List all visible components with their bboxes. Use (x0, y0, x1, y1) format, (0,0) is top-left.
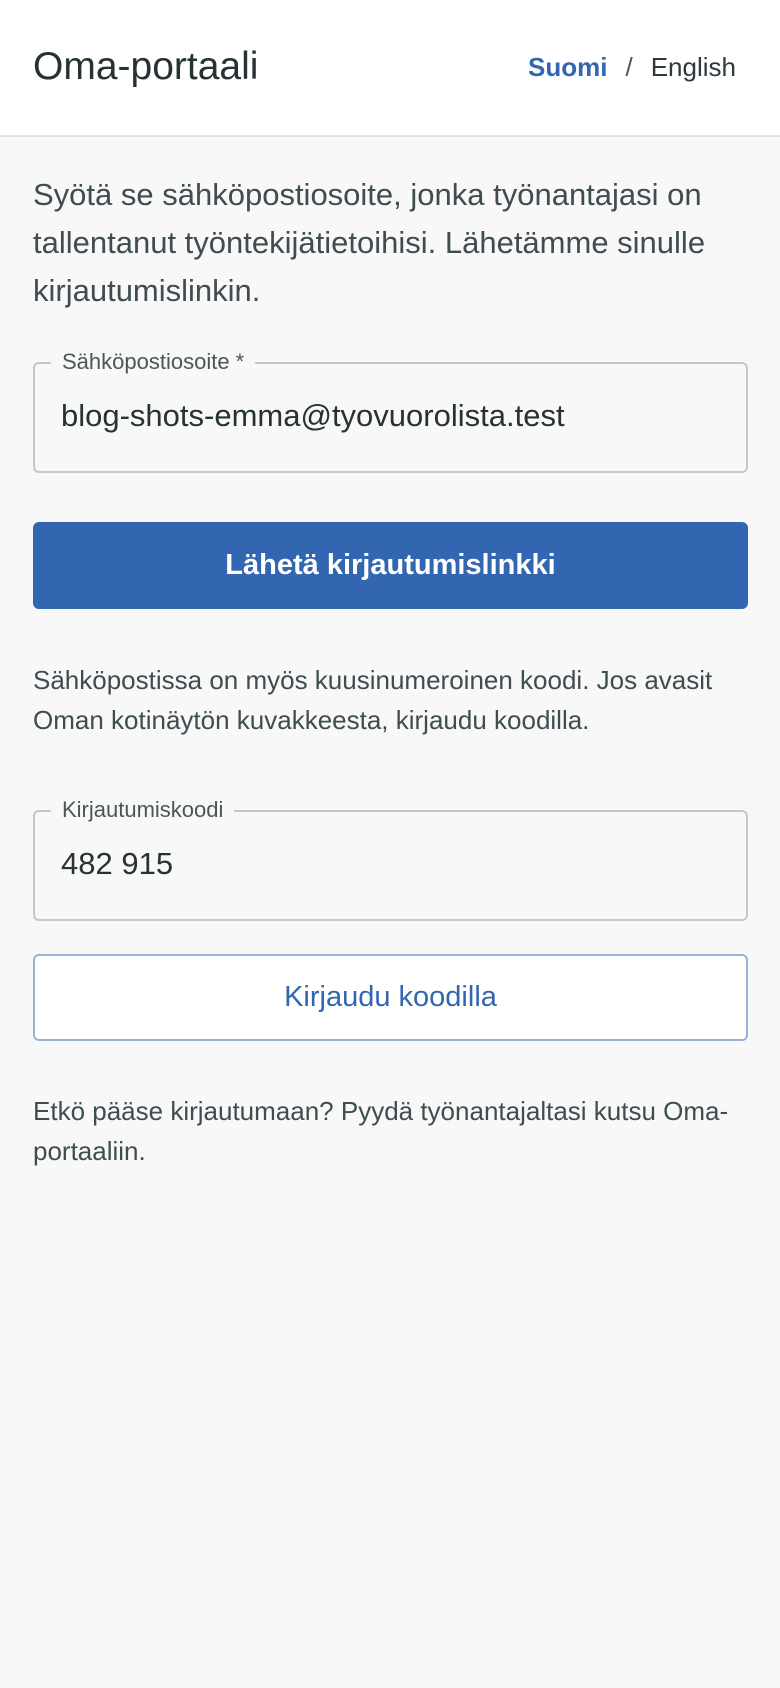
language-separator: / (625, 52, 633, 82)
help-text: Etkö pääse kirjautumaan? Pyydä työnantaj… (33, 1096, 729, 1166)
login-with-code-button[interactable]: Kirjaudu koodilla (33, 954, 748, 1041)
login-code-field-label: Kirjautumiskoodi (51, 794, 235, 826)
app-header: Oma-portaali Suomi / English (0, 0, 780, 137)
email-field-label: Sähköpostiosoite * (51, 346, 256, 378)
language-switcher: Suomi / English (528, 50, 736, 84)
app-title: Oma-portaali (33, 45, 259, 88)
email-field[interactable]: Sähköpostiosoite * blog-shots-emma@tyovu… (33, 346, 748, 473)
login-code-input[interactable]: 482 915 (61, 842, 731, 886)
login-code-field[interactable]: Kirjautumiskoodi 482 915 (33, 794, 748, 921)
code-info-text: Sähköpostissa on myös kuusinumeroinen ko… (33, 665, 713, 735)
email-input[interactable]: blog-shots-emma@tyovuorolista.test (61, 394, 731, 438)
language-option-english[interactable]: English (651, 50, 736, 84)
send-login-link-button[interactable]: Lähetä kirjautumislinkki (33, 522, 748, 609)
language-option-suomi[interactable]: Suomi (528, 50, 607, 84)
intro-text: Syötä se sähköpostiosoite, jonka työnant… (33, 177, 706, 308)
